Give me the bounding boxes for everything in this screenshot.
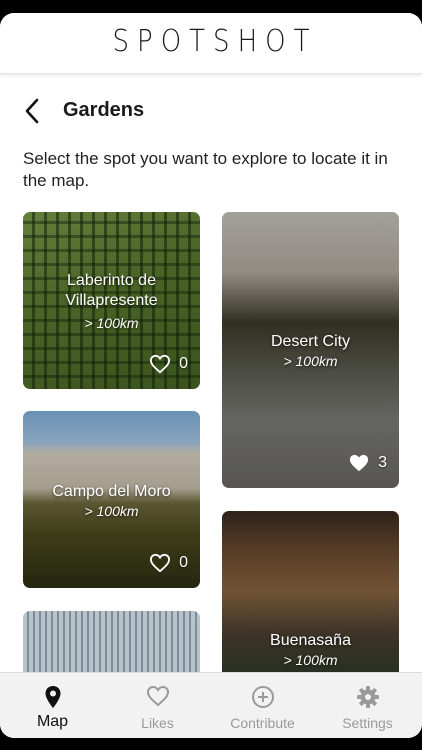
title-row: Gardens <box>0 93 422 129</box>
heart-icon <box>146 685 169 707</box>
spot-card-campo-del-moro[interactable]: Campo del Moro > 100km 0 <box>23 411 200 588</box>
map-pin-icon <box>45 686 60 708</box>
spot-card-laberinto[interactable]: Laberinto de Villapresente > 100km 0 <box>23 212 200 389</box>
like-counter[interactable]: 3 <box>348 453 387 473</box>
app-header: SPOTSHOT <box>0 13 422 74</box>
tab-contribute[interactable]: Contribute <box>210 673 315 738</box>
spot-name: Campo del Moro <box>52 483 171 500</box>
device-frame: Gardens Select the spot you want to expl… <box>0 0 422 750</box>
app-screen: Gardens Select the spot you want to expl… <box>0 13 422 738</box>
tab-map[interactable]: Map <box>0 673 105 738</box>
spot-card-building[interactable] <box>23 611 200 675</box>
like-counter[interactable]: 0 <box>149 553 188 573</box>
like-count: 0 <box>179 554 188 571</box>
spot-distance: > 100km <box>84 503 139 519</box>
heart-filled-icon <box>350 454 369 472</box>
spot-name: Desert City <box>270 333 351 350</box>
heart-outline-icon <box>150 354 171 374</box>
tab-bar: Map Likes Contribute Settings <box>0 672 422 738</box>
plus-circle-icon <box>251 686 274 708</box>
page-title: Gardens <box>63 99 145 121</box>
like-count: 0 <box>179 355 188 372</box>
page-description: Select the spot you want to explore to l… <box>23 149 388 190</box>
spot-distance: > 100km <box>283 652 338 668</box>
tab-label: Contribute <box>230 715 295 731</box>
spot-card-buenasana[interactable]: Buenasaña > 100km <box>222 511 399 675</box>
spots-grid[interactable]: Gardens Select the spot you want to expl… <box>0 13 422 675</box>
tab-label: Map <box>36 713 69 730</box>
chevron-left-icon <box>25 98 39 124</box>
tab-settings[interactable]: Settings <box>315 673 420 738</box>
spot-card-desert-city[interactable]: Desert City > 100km 3 <box>222 212 399 488</box>
app-logo: SPOTSHOT <box>112 24 318 60</box>
heart-outline-icon <box>150 553 171 573</box>
spot-name: Laberinto de Villapresente <box>65 272 158 309</box>
tab-likes[interactable]: Likes <box>105 673 210 738</box>
back-button[interactable] <box>18 95 46 127</box>
gear-icon <box>356 686 379 708</box>
like-count: 3 <box>378 454 387 471</box>
tab-label: Settings <box>342 715 393 731</box>
spot-distance: > 100km <box>84 315 139 331</box>
like-counter[interactable]: 0 <box>149 354 188 374</box>
tab-label: Likes <box>141 715 174 731</box>
spot-name: Buenasaña <box>270 632 351 649</box>
spot-distance: > 100km <box>283 353 338 369</box>
